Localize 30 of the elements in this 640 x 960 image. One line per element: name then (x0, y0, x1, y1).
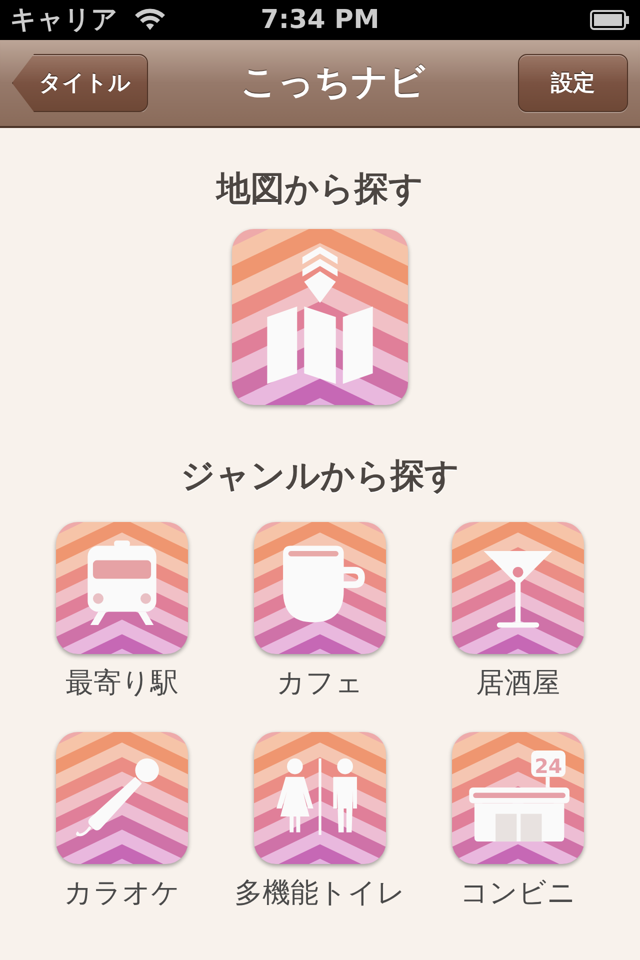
back-button[interactable]: タイトル (12, 54, 148, 112)
restroom-sign-icon (276, 758, 357, 835)
section-heading: 地図から探す (216, 168, 424, 211)
folded-map-icon (267, 306, 373, 384)
category-label: 多機能トイレ (234, 876, 406, 910)
map-pin-icon (302, 246, 338, 303)
category-button[interactable] (452, 522, 584, 654)
carrier-name: キャリア (10, 4, 118, 36)
clock-time: 7:34 PM (260, 4, 380, 36)
category-button[interactable] (254, 732, 386, 864)
category-label: 最寄り駅 (66, 666, 178, 700)
map-search-button[interactable] (232, 229, 408, 405)
category-button[interactable] (56, 732, 188, 864)
category-label: 居酒屋 (476, 666, 560, 700)
battery-icon (590, 10, 630, 30)
category-label: カフェ (276, 666, 364, 700)
category-label: コンビニ (460, 876, 576, 910)
category-button[interactable] (254, 522, 386, 654)
category-label: カラオケ (64, 876, 180, 910)
category-button[interactable] (56, 522, 188, 654)
cocktail-glass-icon (484, 551, 552, 628)
train-icon (88, 540, 156, 625)
sign-text: 24 (534, 754, 562, 778)
wifi-icon (134, 8, 166, 32)
microphone-icon (76, 758, 159, 836)
settings-button[interactable]: 設定 (518, 54, 628, 112)
section-heading: ジャンルから探す (180, 455, 460, 498)
store-icon (469, 750, 570, 842)
coffee-cup-icon (283, 546, 365, 622)
nav-title: こっちナビ (240, 61, 426, 105)
